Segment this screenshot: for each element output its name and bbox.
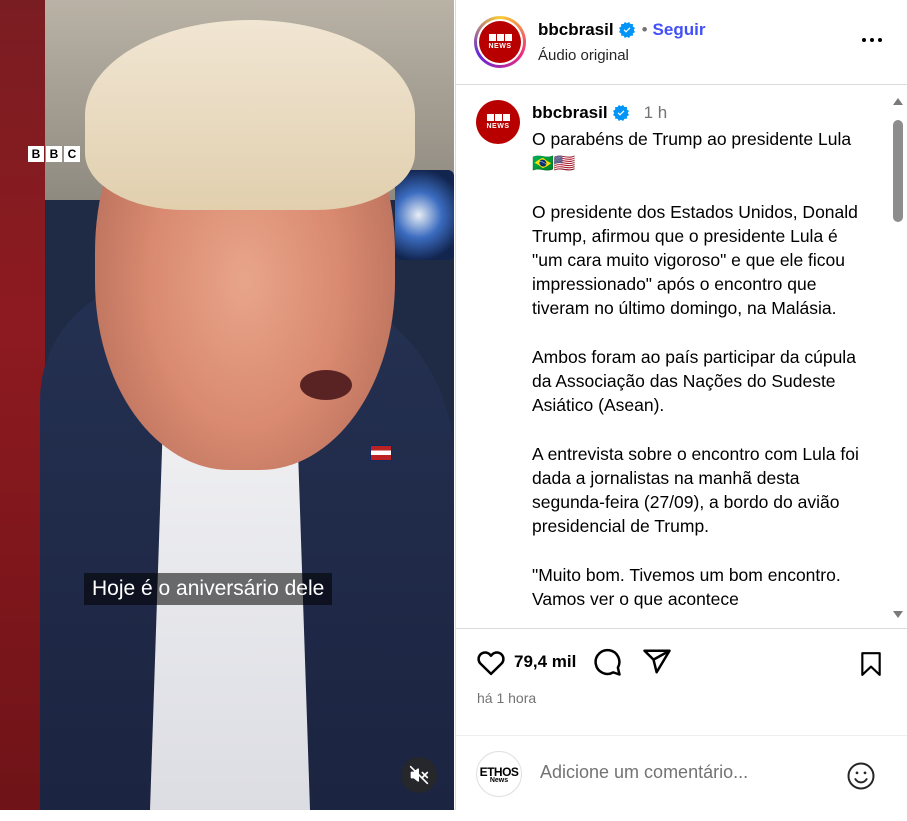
bbc-news-logo: NEWS — [479, 21, 521, 63]
ethos-logo-subtext: News — [489, 776, 509, 784]
caption-avatar[interactable]: NEWS — [476, 100, 520, 144]
bbc-news-logo: NEWS — [476, 100, 520, 144]
video-subject-hair — [85, 20, 415, 210]
emoji-icon[interactable] — [846, 761, 876, 791]
avatar-news-label: NEWS — [488, 43, 512, 50]
post-actions: 79,4 mil há 1 hora ETHOS News — [456, 628, 907, 811]
profile-username[interactable]: bbcbrasil — [538, 20, 614, 40]
caption-text: O parabéns de Trump ao presidente Lula🇧🇷… — [532, 129, 859, 609]
bookmark-icon[interactable] — [858, 650, 884, 678]
post-header: NEWS bbcbrasil • Seguir Áudio original — [456, 0, 907, 85]
video-subtitle: Hoje é o aniversário dele — [84, 573, 333, 605]
comment-input[interactable] — [538, 761, 832, 784]
caption-timestamp[interactable]: 1 h — [644, 103, 668, 123]
share-icon[interactable] — [642, 647, 672, 677]
more-options-icon[interactable] — [862, 38, 882, 42]
flag-pin — [370, 445, 392, 461]
reel-video[interactable]: B B C Hoje é o aniversário dele — [0, 0, 454, 810]
bbc-watermark: B B C — [28, 146, 80, 162]
video-background-left — [0, 0, 45, 810]
post-time[interactable]: há 1 hora — [477, 690, 536, 706]
avatar-news-label: NEWS — [486, 123, 510, 130]
video-subject-mouth — [300, 370, 352, 400]
scroll-up-arrow-icon[interactable] — [893, 98, 903, 105]
profile-avatar[interactable]: NEWS — [474, 16, 526, 68]
comment-icon[interactable] — [592, 647, 622, 677]
scroll-down-arrow-icon[interactable] — [893, 611, 903, 618]
bbc-watermark-letter: B — [28, 146, 44, 162]
caption-username[interactable]: bbcbrasil — [532, 103, 608, 123]
bbc-watermark-letter: B — [46, 146, 62, 162]
separator-dot: • — [641, 20, 648, 39]
heart-icon[interactable] — [476, 648, 506, 676]
original-audio-link[interactable]: Áudio original — [538, 47, 629, 64]
video-background-screen — [395, 170, 454, 260]
speaker-muted-icon — [409, 765, 429, 785]
verified-badge-icon — [618, 22, 635, 38]
caption-scrollbar[interactable] — [891, 98, 905, 618]
verified-badge-icon — [612, 105, 629, 121]
mute-button[interactable] — [401, 757, 437, 793]
caption-section: NEWS bbcbrasil 1 h O parabéns de Trump a… — [456, 85, 907, 627]
likes-count[interactable]: 79,4 mil — [514, 652, 576, 672]
post-panel: NEWS bbcbrasil • Seguir Áudio original N… — [455, 0, 907, 810]
add-comment-bar: ETHOS News — [456, 735, 907, 812]
bbc-watermark-letter: C — [64, 146, 80, 162]
follow-button[interactable]: Seguir — [653, 20, 706, 40]
current-user-avatar[interactable]: ETHOS News — [476, 751, 522, 797]
scrollbar-thumb[interactable] — [893, 120, 903, 222]
